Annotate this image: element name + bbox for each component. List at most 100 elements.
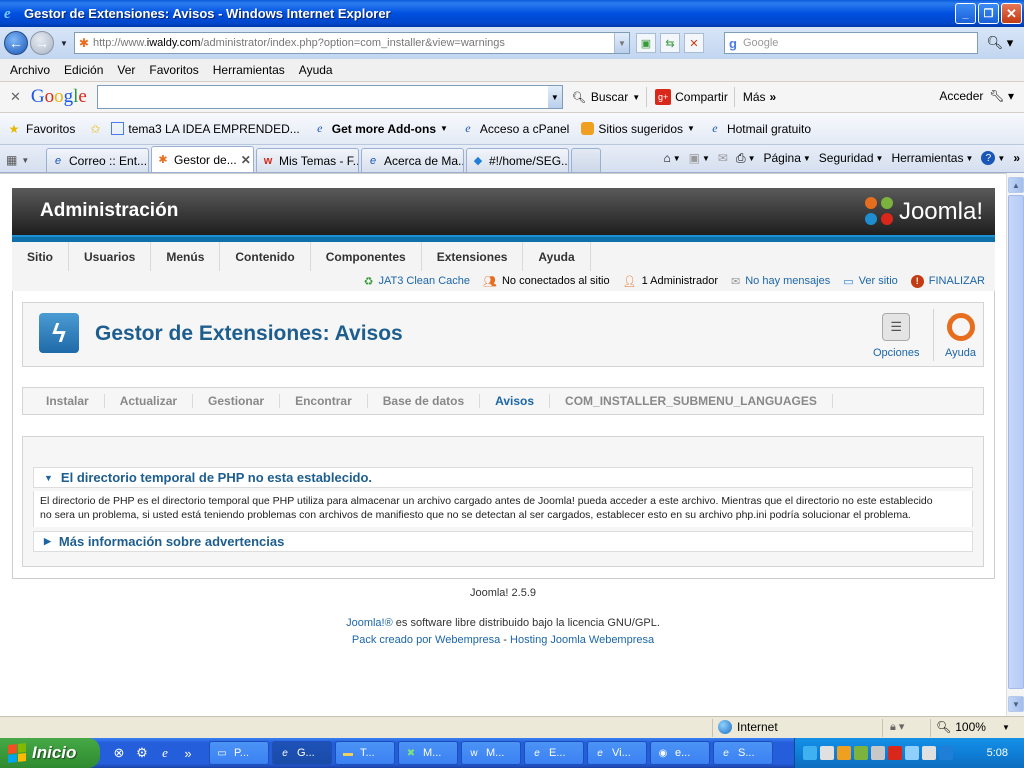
acceder-button[interactable]: Acceder 🔧︎ ▾: [939, 89, 1014, 103]
submenu-languages[interactable]: COM_INSTALLER_SUBMENU_LANGUAGES: [550, 394, 833, 408]
menu-ayuda[interactable]: Ayuda: [299, 63, 333, 77]
nav-sitio[interactable]: Sitio: [12, 242, 69, 271]
buscar-button[interactable]: 🔍︎ Buscar ▼: [571, 89, 640, 105]
wrench-icon[interactable]: 🔧︎ ▾: [989, 89, 1014, 103]
web-search-input[interactable]: g Google: [724, 32, 978, 54]
status-messages[interactable]: ✉ No hay mensajes: [731, 275, 830, 288]
task-button[interactable]: e S...: [713, 741, 773, 765]
fav-link-tema3[interactable]: tema3 LA IDEA EMPRENDED...: [111, 122, 300, 136]
tray-app-icon[interactable]: [939, 746, 953, 760]
tray-app-icon[interactable]: [837, 746, 851, 760]
pagina-menu[interactable]: Página ▼: [764, 151, 811, 165]
refresh-icon[interactable]: ⇆: [659, 33, 680, 53]
help-toolbar-button[interactable]: Ayuda: [945, 313, 976, 359]
scroll-up-icon[interactable]: ▲: [1008, 177, 1024, 193]
menu-archivo[interactable]: Archivo: [10, 63, 50, 77]
fav-link-hotmail[interactable]: e Hotmail gratuito: [707, 121, 811, 137]
tab-gestor[interactable]: ✱ Gestor de... ✕: [151, 146, 254, 172]
task-button[interactable]: w M...: [461, 741, 521, 765]
warning-header-php-temp[interactable]: ▼ El directorio temporal de PHP no esta …: [33, 467, 973, 488]
tray-app-icon[interactable]: [820, 746, 834, 760]
options-button[interactable]: ☰ Opciones: [873, 313, 919, 359]
menu-favoritos[interactable]: Favoritos: [149, 63, 198, 77]
submenu-gestionar[interactable]: Gestionar: [193, 394, 281, 408]
quick-tabs-button[interactable]: ▦ ▼: [6, 148, 46, 172]
tab-dropbox[interactable]: ◆ #!/home/SEG...: [466, 148, 569, 172]
help-button[interactable]: ? ▼: [981, 151, 1005, 165]
more-commands-icon[interactable]: »: [1013, 151, 1020, 165]
pack-link[interactable]: Pack creado por Webempresa: [352, 634, 500, 646]
maximize-button[interactable]: ❐: [978, 3, 999, 24]
print-button[interactable]: ⎙ ▼: [736, 151, 756, 166]
nav-ayuda[interactable]: Ayuda: [523, 242, 591, 271]
submenu-encontrar[interactable]: Encontrar: [280, 394, 368, 408]
feeds-button[interactable]: ▣ ▼: [689, 151, 710, 165]
vertical-scrollbar[interactable]: ▲ ▼: [1006, 173, 1024, 716]
nav-contenido[interactable]: Contenido: [220, 242, 311, 271]
minimize-button[interactable]: _: [955, 3, 976, 24]
task-button[interactable]: ✖ M...: [398, 741, 458, 765]
mas-button[interactable]: Más »: [743, 90, 776, 104]
nav-componentes[interactable]: Componentes: [311, 242, 422, 271]
submenu-actualizar[interactable]: Actualizar: [105, 394, 194, 408]
task-button[interactable]: ◉ e...: [650, 741, 710, 765]
scroll-down-icon[interactable]: ▼: [1008, 696, 1024, 712]
app-quicklaunch-icon[interactable]: ⊗: [110, 744, 128, 762]
tab-mis-temas[interactable]: w Mis Temas - F...: [256, 148, 359, 172]
tab-correo[interactable]: e Correo :: Ent...: [46, 148, 149, 172]
task-button[interactable]: ▭ P...: [209, 741, 269, 765]
tray-app-icon[interactable]: [888, 746, 902, 760]
menu-edicion[interactable]: Edición: [64, 63, 103, 77]
stop-icon[interactable]: ✕: [683, 33, 704, 53]
menu-ver[interactable]: Ver: [117, 63, 135, 77]
logout-link[interactable]: ! FINALIZAR: [910, 274, 985, 288]
nav-menus[interactable]: Menús: [151, 242, 221, 271]
address-field[interactable]: ✱ http://www. iwaldy.com/administrator/in…: [73, 32, 630, 54]
status-jat3-clean-cache[interactable]: ♻ JAT3 Clean Cache: [364, 275, 470, 288]
zoom-control[interactable]: 🔍︎ 100% ▼: [936, 720, 1010, 734]
fav-link-cpanel[interactable]: e Acceso a cPanel: [460, 121, 569, 137]
task-button[interactable]: ▬ T...: [335, 741, 395, 765]
tray-app-icon[interactable]: [854, 746, 868, 760]
tray-app-icon[interactable]: [922, 746, 936, 760]
clock[interactable]: 5:08: [987, 747, 1008, 759]
address-dropdown-icon[interactable]: ▼: [613, 33, 629, 53]
mail-button[interactable]: ✉: [718, 151, 728, 165]
herramientas-menu[interactable]: Herramientas ▼: [891, 151, 973, 165]
submenu-base-de-datos[interactable]: Base de datos: [368, 394, 481, 408]
scroll-thumb[interactable]: [1008, 195, 1024, 689]
task-button[interactable]: e Vi...: [587, 741, 647, 765]
tab-close-icon[interactable]: ✕: [241, 153, 251, 167]
add-favorite-button[interactable]: ✩: [87, 121, 103, 137]
submenu-avisos[interactable]: Avisos: [480, 394, 551, 408]
quicklaunch-more-icon[interactable]: »: [179, 744, 197, 762]
menu-herramientas[interactable]: Herramientas: [213, 63, 285, 77]
nav-usuarios[interactable]: Usuarios: [69, 242, 152, 271]
ie-quicklaunch-icon[interactable]: e: [156, 744, 174, 762]
submenu-instalar[interactable]: Instalar: [31, 394, 105, 408]
google-history-dropdown-icon[interactable]: ▼: [547, 86, 562, 108]
seguridad-menu[interactable]: Seguridad ▼: [819, 151, 884, 165]
close-toolbar-icon[interactable]: ✕: [10, 89, 21, 105]
task-button[interactable]: e E...: [524, 741, 584, 765]
recent-pages-dropdown[interactable]: ▼: [60, 39, 68, 48]
joomla-link[interactable]: Joomla!®: [346, 617, 393, 629]
fav-link-sitios-sugeridos[interactable]: Sitios sugeridos ▼: [581, 122, 695, 136]
start-button[interactable]: Inicio: [0, 738, 100, 768]
status-view-site[interactable]: ▭ Ver sitio: [843, 275, 898, 288]
compatibility-view-icon[interactable]: ▣: [635, 33, 656, 53]
tab-acerca[interactable]: e Acerca de Ma...: [361, 148, 464, 172]
task-button[interactable]: e G...: [272, 741, 332, 765]
google-search-input[interactable]: ▼: [96, 85, 563, 109]
tray-app-icon[interactable]: [803, 746, 817, 760]
tray-app-icon[interactable]: [905, 746, 919, 760]
new-tab-button[interactable]: [571, 148, 601, 172]
close-button[interactable]: ✕: [1001, 3, 1022, 24]
security-zone[interactable]: Internet: [718, 720, 778, 734]
settings-quicklaunch-icon[interactable]: ⚙: [133, 744, 151, 762]
fav-link-get-more-addons[interactable]: e Get more Add-ons ▼: [312, 121, 448, 137]
nav-extensiones[interactable]: Extensiones: [422, 242, 524, 271]
protected-mode-icon[interactable]: 🔒︎ ▾: [890, 720, 904, 734]
hosting-link[interactable]: Hosting Joomla Webempresa: [510, 634, 654, 646]
warning-header-more-info[interactable]: ▶ Más información sobre advertencias: [33, 531, 973, 552]
